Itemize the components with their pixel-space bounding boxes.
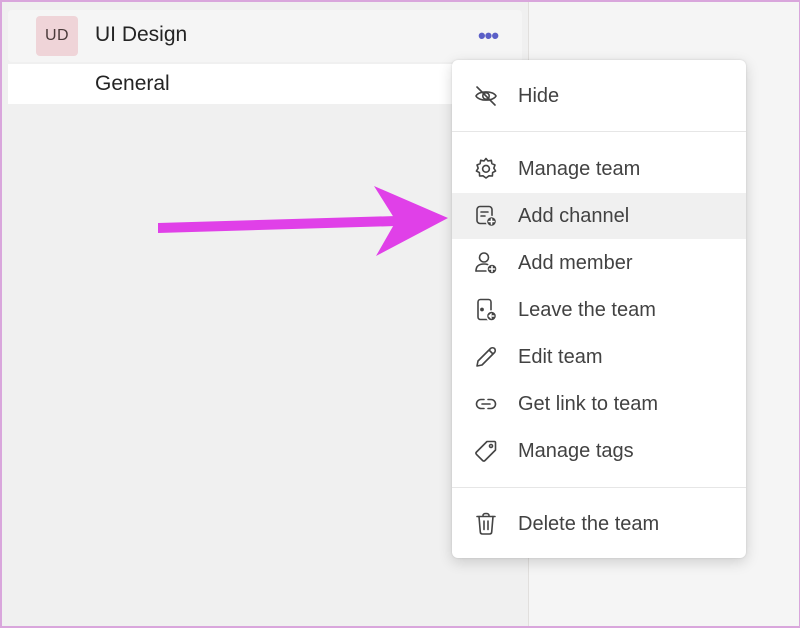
menu-item-label: Get link to team bbox=[518, 392, 659, 415]
gear-icon bbox=[473, 156, 499, 182]
menu-item-label: Hide bbox=[518, 84, 560, 107]
menu-item-label: Add channel bbox=[518, 204, 630, 227]
menu-item-label: Leave the team bbox=[518, 298, 656, 321]
menu-divider bbox=[452, 487, 746, 488]
team-row-ui-design[interactable]: UD UI Design ••• bbox=[8, 10, 522, 62]
menu-item-hide[interactable]: Hide bbox=[452, 73, 746, 119]
menu-item-label: Edit team bbox=[518, 345, 603, 368]
trash-icon bbox=[473, 511, 499, 537]
menu-item-edit-team[interactable]: Edit team bbox=[452, 334, 746, 380]
add-member-icon bbox=[473, 250, 499, 276]
pencil-icon bbox=[473, 344, 499, 370]
menu-item-manage-team[interactable]: Manage team bbox=[452, 146, 746, 192]
menu-item-get-link[interactable]: Get link to team bbox=[452, 381, 746, 427]
channel-name: General bbox=[95, 72, 170, 95]
menu-item-label: Manage tags bbox=[518, 439, 634, 462]
menu-item-leave-team[interactable]: Leave the team bbox=[452, 287, 746, 333]
menu-item-label: Add member bbox=[518, 251, 633, 274]
team-avatar: UD bbox=[36, 16, 78, 56]
menu-item-add-member[interactable]: Add member bbox=[452, 240, 746, 286]
menu-divider bbox=[452, 131, 746, 132]
channel-item-general[interactable]: General bbox=[8, 64, 522, 104]
team-name: UI Design bbox=[95, 23, 188, 46]
tag-icon bbox=[473, 438, 499, 464]
menu-item-add-channel[interactable]: Add channel bbox=[452, 193, 746, 239]
menu-item-label: Manage team bbox=[518, 157, 641, 180]
link-icon bbox=[473, 391, 499, 417]
more-options-button[interactable]: ••• bbox=[474, 22, 502, 50]
hide-icon bbox=[473, 83, 499, 109]
annotation-arrow bbox=[150, 180, 450, 260]
menu-item-delete-team[interactable]: Delete the team bbox=[452, 501, 746, 547]
menu-item-manage-tags[interactable]: Manage tags bbox=[452, 428, 746, 474]
add-channel-icon bbox=[473, 203, 499, 229]
team-context-menu: Hide Manage team Add channel Add member … bbox=[452, 60, 746, 558]
menu-item-label: Delete the team bbox=[518, 512, 660, 535]
leave-icon bbox=[473, 297, 499, 323]
